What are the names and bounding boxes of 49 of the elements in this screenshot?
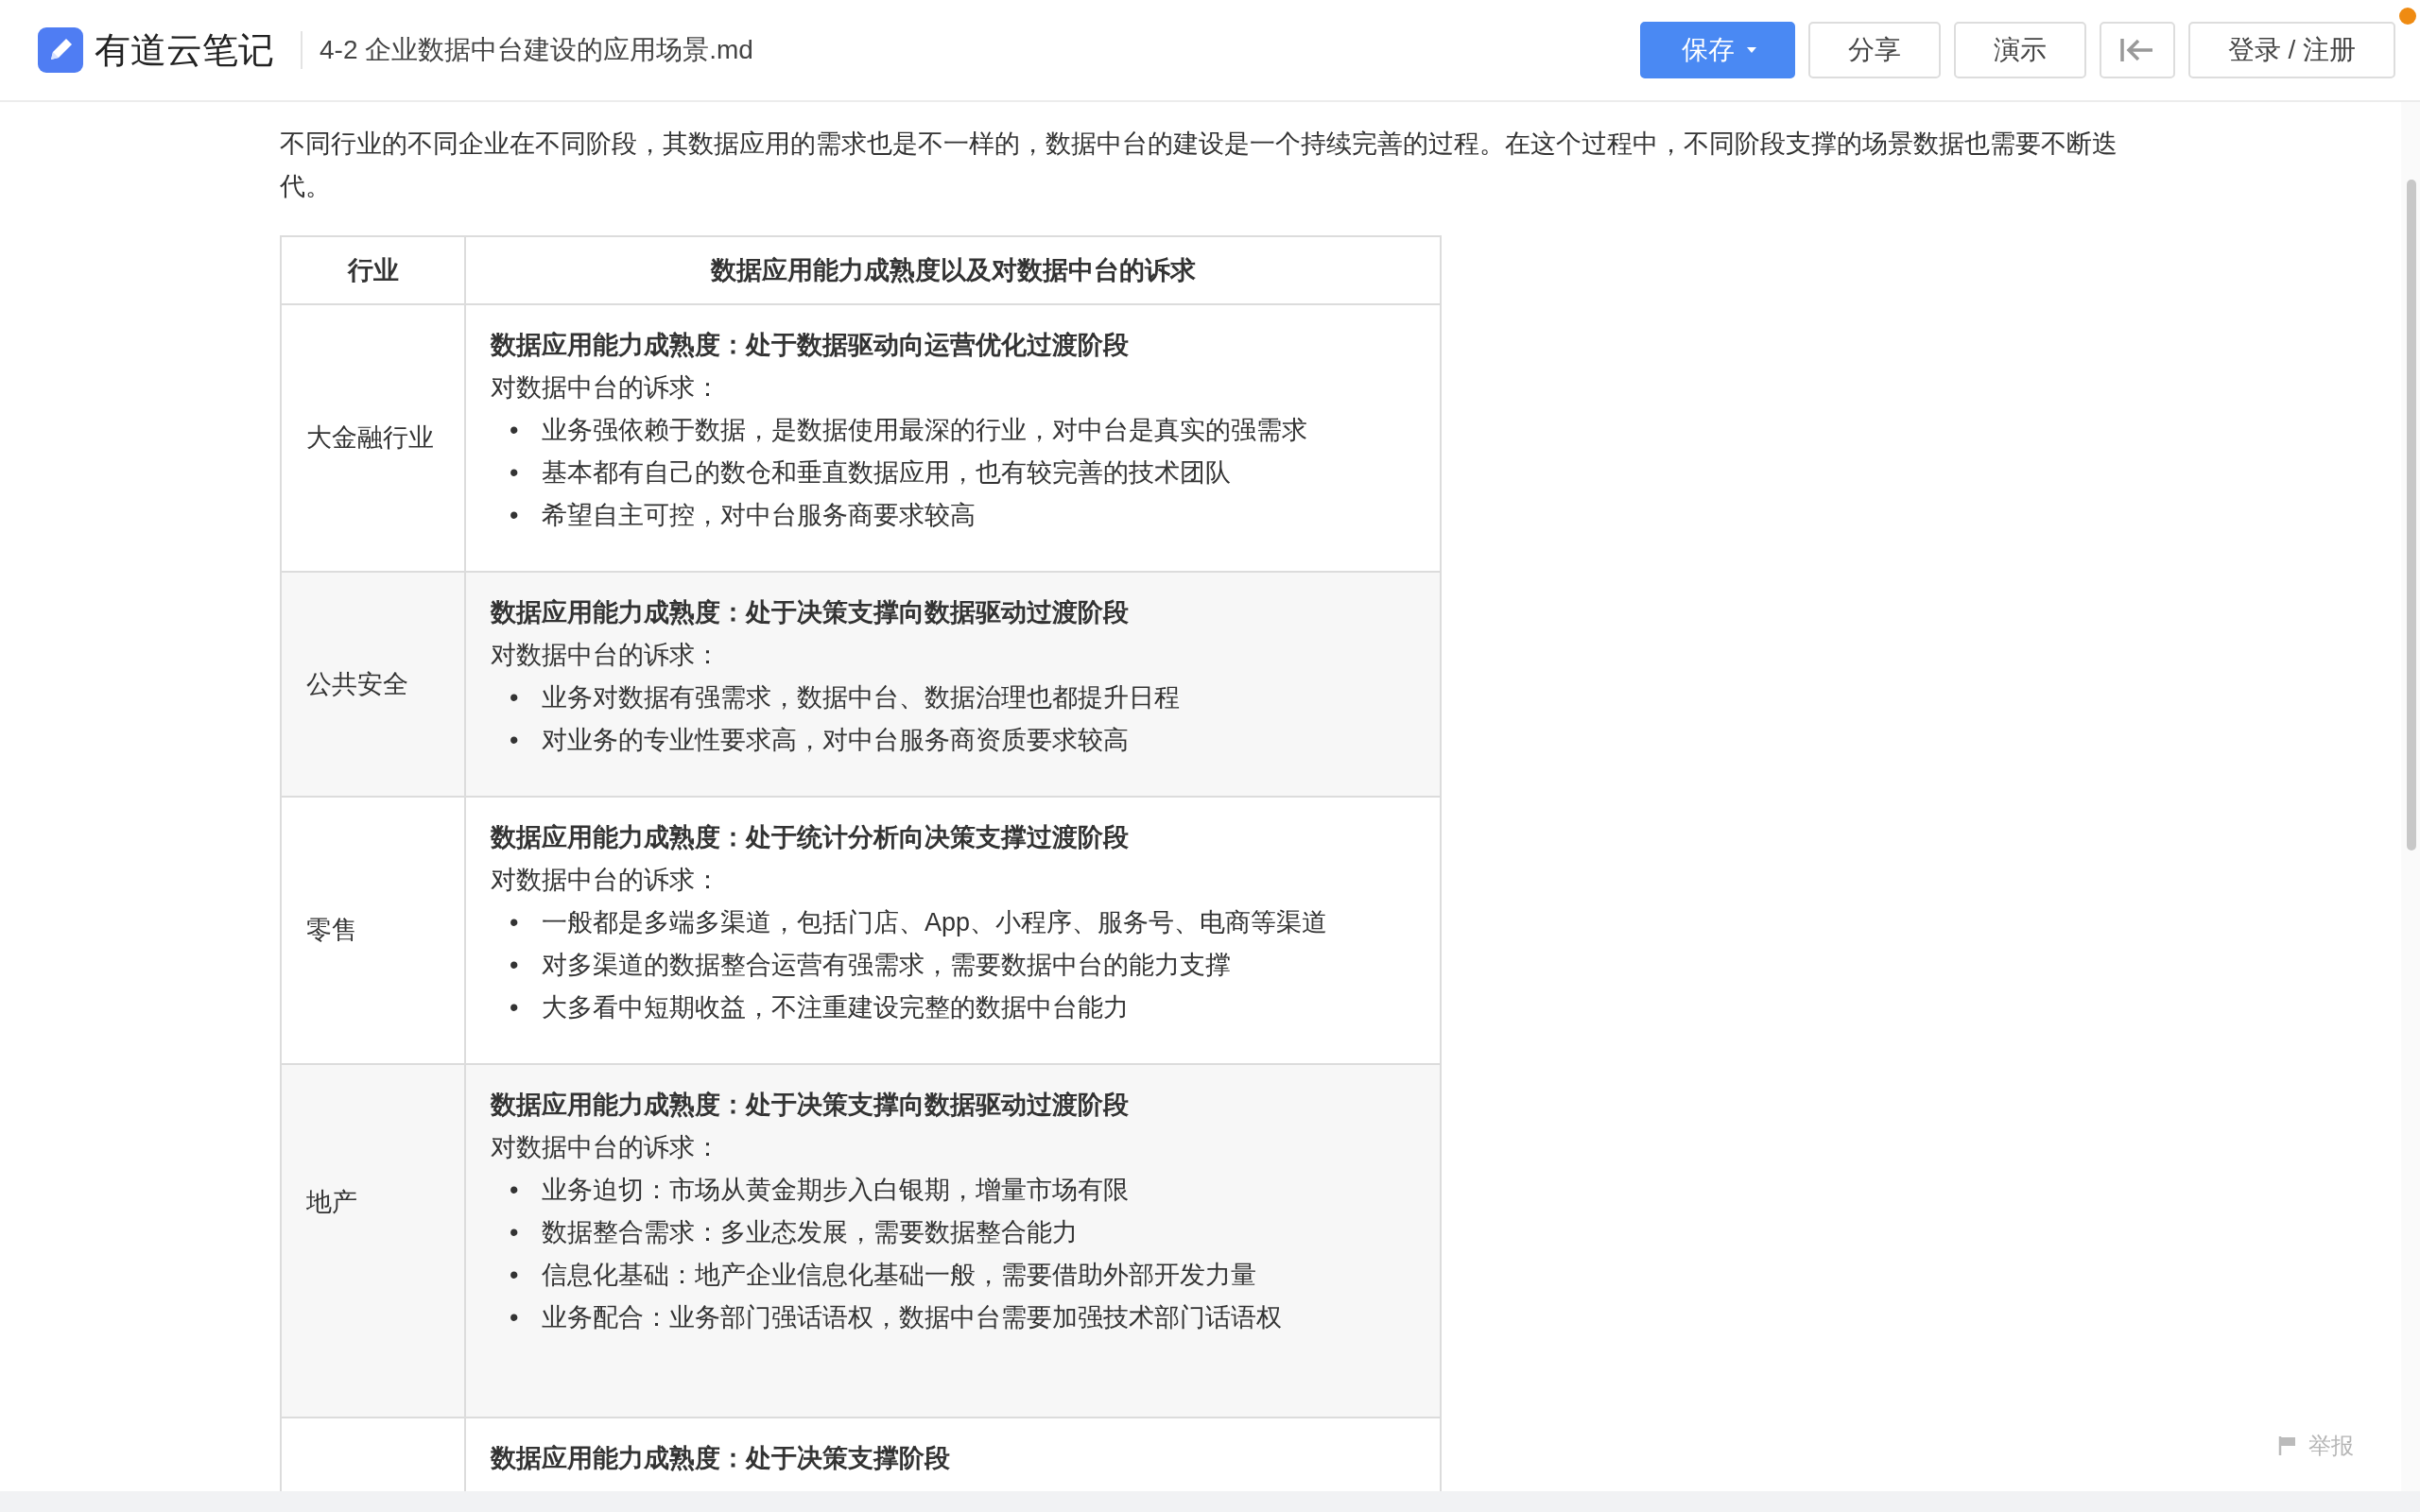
caret-icon <box>1745 46 1757 54</box>
maturity-text: 数据应用能力成熟度：处于统计分析向决策支撑过渡阶段 <box>491 822 1130 853</box>
bullet-mark: • <box>510 457 520 489</box>
demand-item: 业务配合：业务部门强话语权，数据中台需要加强技术部门话语权 <box>542 1302 1282 1333</box>
bullet-mark: • <box>510 1302 520 1333</box>
demand-item: 希望自主可控，对中台服务商要求较高 <box>542 500 976 531</box>
toolbar-button[interactable]: 分享 <box>1807 22 1941 78</box>
demand-label: 对数据中台的诉求： <box>491 1132 721 1163</box>
demand-item: 业务对数据有强需求，数据中台、数据治理也都提升日程 <box>542 682 1180 713</box>
bullet-mark: • <box>510 725 520 756</box>
app-name: 有道云笔记 <box>95 28 274 72</box>
toolbar-button[interactable]: 演示 <box>1953 22 2086 78</box>
column-header: 数据应用能力成熟度以及对数据中台的诉求 <box>465 236 1441 304</box>
bullet-mark: • <box>510 1175 520 1206</box>
demand-item: 业务迫切：市场从黄金期步入白银期，增量市场有限 <box>542 1175 1129 1206</box>
document-title: 4-2 企业数据中台建设的应用场景.md <box>320 34 753 66</box>
table-cell: 地产 <box>281 1064 465 1418</box>
bullet-mark: • <box>510 415 520 446</box>
collapse-button[interactable] <box>2099 22 2175 78</box>
maturity-text: 数据应用能力成熟度：处于决策支撑向数据驱动过渡阶段 <box>491 1090 1130 1121</box>
toolbar-button[interactable]: 登录 / 注册 <box>2187 22 2395 78</box>
demand-label: 对数据中台的诉求： <box>491 865 721 896</box>
vertical-scrollbar[interactable] <box>2401 102 2420 1491</box>
demand-item: 大多看中短期收益，不注重建设完整的数据中台能力 <box>542 992 1129 1023</box>
demand-label: 对数据中台的诉求： <box>491 372 721 404</box>
logo-icon <box>38 27 83 73</box>
bullet-mark: • <box>510 950 520 981</box>
demand-label: 对数据中台的诉求： <box>491 640 721 671</box>
demand-item: 基本都有自己的数仓和垂直数据应用，也有较完善的技术团队 <box>542 457 1231 489</box>
maturity-text: 数据应用能力成熟度：处于数据驱动向运营优化过渡阶段 <box>491 330 1130 361</box>
bullet-mark: • <box>510 682 520 713</box>
notification-dot <box>2399 8 2416 25</box>
demand-item: 信息化基础：地产企业信息化基础一般，需要借助外部开发力量 <box>542 1260 1256 1291</box>
maturity-text: 数据应用能力成熟度：处于决策支撑阶段 <box>491 1443 951 1474</box>
bullet-mark: • <box>510 1260 520 1291</box>
demand-item: 对多渠道的数据整合运营有强需求，需要数据中台的能力支撑 <box>542 950 1231 981</box>
demand-item: 数据整合需求：多业态发展，需要数据整合能力 <box>542 1217 1078 1248</box>
bullet-mark: • <box>510 1217 520 1248</box>
bullet-mark: • <box>510 992 520 1023</box>
intro-paragraph: 不同行业的不同企业在不同阶段，其数据应用的需求也是不一样的，数据中台的建设是一个持续完善的过程。在这个过程中，不同阶段支撑的场景数据也需要不断迭代。 <box>280 129 2118 202</box>
demand-item: 对业务的专业性要求高，对中台服务商资质要求较高 <box>542 725 1129 756</box>
bullet-mark: • <box>510 500 520 531</box>
flag-icon <box>2278 1435 2297 1456</box>
demand-item: 一般都是多端多渠道，包括门店、App、小程序、服务号、电商等渠道 <box>542 907 1328 938</box>
demand-item: 业务强依赖于数据，是数据使用最深的行业，对中台是真实的强需求 <box>542 415 1307 446</box>
column-header: 行业 <box>281 236 465 304</box>
maturity-text: 数据应用能力成熟度：处于决策支撑向数据驱动过渡阶段 <box>491 597 1130 628</box>
table-cell: 公共安全 <box>281 572 465 797</box>
bullet-mark: • <box>510 907 520 938</box>
